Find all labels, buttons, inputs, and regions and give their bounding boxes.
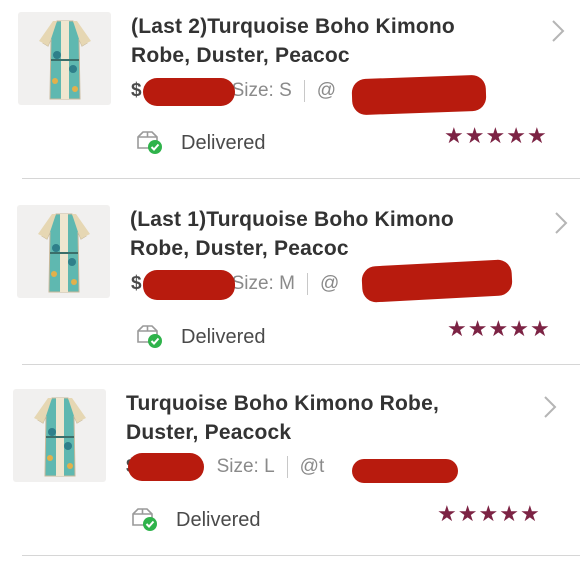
seller-handle[interactable]: @t [300, 456, 325, 478]
delivery-status: Delivered [130, 507, 260, 533]
redaction-handle [352, 459, 458, 483]
star-icon: ★ [488, 316, 509, 341]
seller-handle[interactable]: @ [320, 273, 339, 295]
delivered-box-check-icon [132, 508, 157, 531]
order-row[interactable]: (Last 1)Turquoise Boho Kimono Robe, Dust… [0, 179, 580, 364]
star-icon: ★ [437, 501, 457, 526]
star-icon: ★ [519, 501, 540, 526]
product-thumbnail [18, 12, 111, 105]
redaction-price [143, 270, 235, 300]
chevron-right-icon[interactable] [551, 210, 571, 236]
seller-handle[interactable]: @ [317, 80, 336, 102]
product-title: (Last 2)Turquoise Boho Kimono Robe, Dust… [131, 15, 455, 67]
delivered-box-check-icon [137, 325, 162, 348]
star-icon: ★ [485, 123, 506, 148]
price: $ [131, 80, 142, 101]
kimono-image [38, 20, 91, 99]
rating-stars: ★ ★ ★ ★ ★ [437, 503, 540, 525]
delivered-label: Delivered [181, 131, 266, 154]
star-icon: ★ [499, 501, 519, 526]
star-icon: ★ [457, 501, 478, 526]
delivery-status: Delivered [135, 130, 265, 156]
row-divider [22, 555, 580, 556]
product-title: (Last 1)Turquoise Boho Kimono Robe, Dust… [130, 208, 454, 260]
star-icon: ★ [509, 316, 529, 341]
redaction-price [128, 453, 204, 481]
star-icon: ★ [529, 316, 550, 341]
delivered-label: Delivered [181, 325, 266, 348]
star-icon: ★ [526, 123, 547, 148]
redaction-price [143, 78, 235, 106]
rating-stars: ★ ★ ★ ★ ★ [444, 125, 547, 147]
size-label: Size: L [216, 456, 275, 477]
kimono-image [37, 213, 90, 292]
size-label: Size: M [231, 273, 295, 294]
star-icon: ★ [447, 316, 467, 341]
meta-separator [306, 273, 308, 295]
kimono-image [33, 397, 86, 476]
star-icon: ★ [478, 501, 499, 526]
meta-separator [286, 456, 288, 478]
delivered-label: Delivered [176, 508, 261, 531]
order-row[interactable]: Turquoise Boho Kimono Robe, Duster, Peac… [0, 365, 580, 555]
chevron-right-icon[interactable] [540, 394, 560, 420]
star-icon: ★ [467, 316, 488, 341]
redaction-handle [361, 259, 513, 303]
star-icon: ★ [444, 123, 464, 148]
redaction-handle [351, 74, 487, 116]
product-thumbnail [13, 389, 106, 482]
product-title: Turquoise Boho Kimono Robe, Duster, Peac… [126, 392, 439, 444]
price: $ [131, 273, 142, 294]
delivered-box-check-icon [137, 131, 162, 154]
rating-stars: ★ ★ ★ ★ ★ [447, 318, 550, 340]
product-thumbnail [17, 205, 110, 298]
star-icon: ★ [506, 123, 526, 148]
size-label: Size: S [231, 80, 292, 101]
order-row[interactable]: (Last 2)Turquoise Boho Kimono Robe, Dust… [0, 0, 580, 178]
delivery-status: Delivered [135, 324, 265, 350]
star-icon: ★ [464, 123, 485, 148]
chevron-right-icon[interactable] [548, 18, 568, 44]
meta-separator [303, 80, 305, 102]
